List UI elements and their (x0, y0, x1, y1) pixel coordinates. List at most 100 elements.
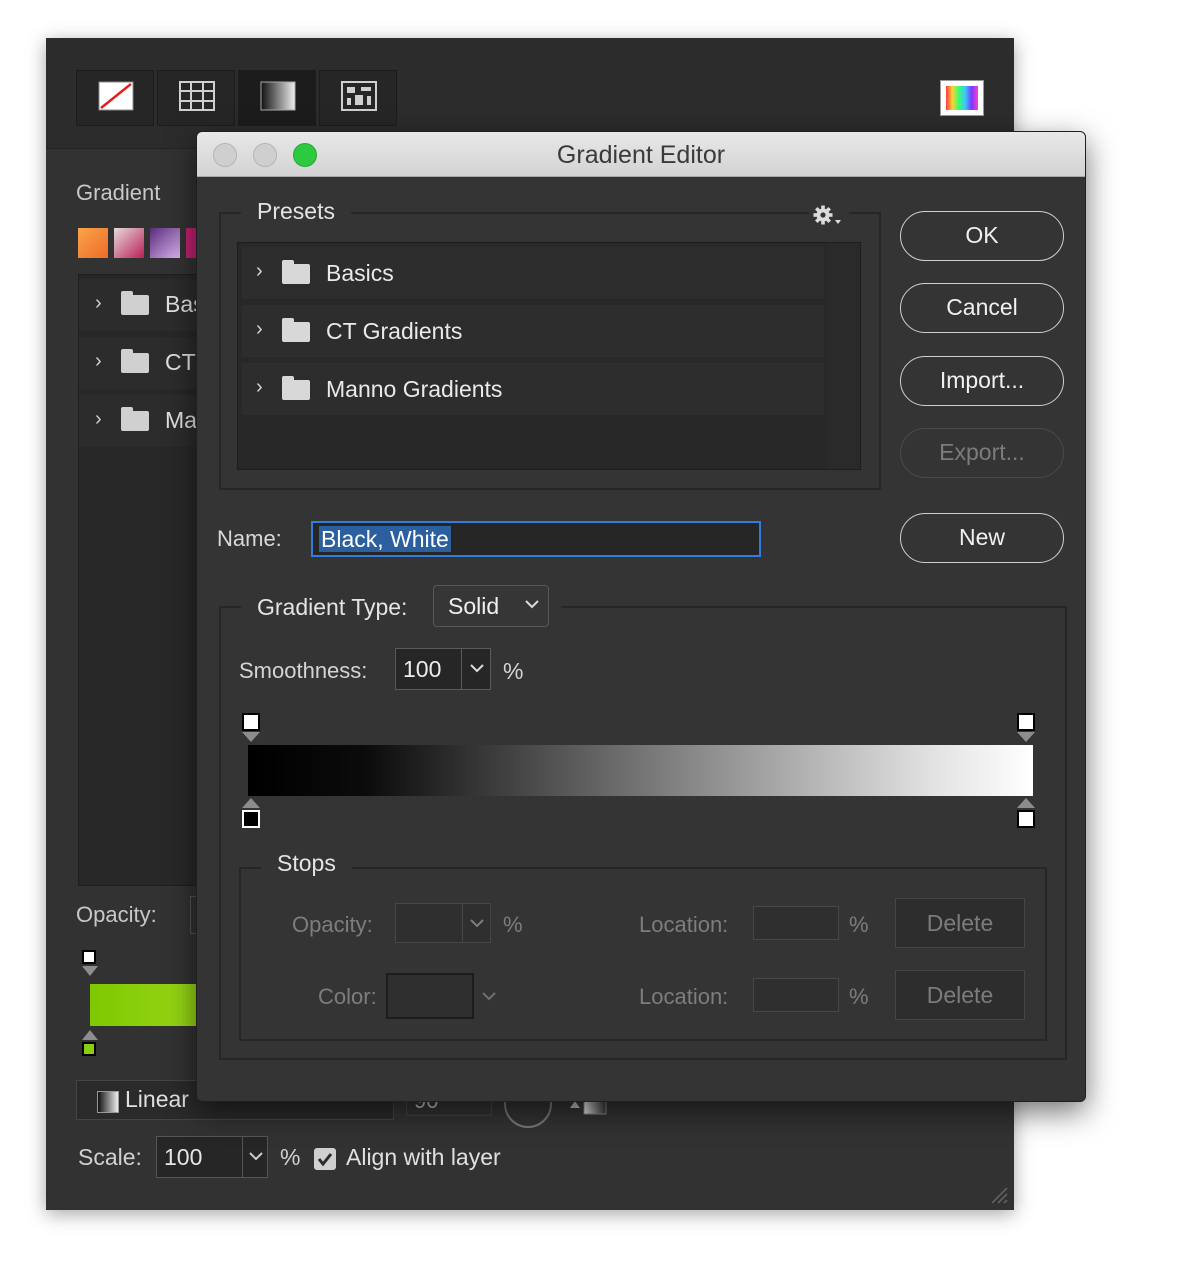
color-picker-button[interactable] (940, 80, 984, 116)
chevron-right-icon[interactable]: › (95, 408, 102, 431)
gradient-section-label: Gradient (76, 180, 161, 205)
color-stop[interactable] (82, 1042, 96, 1056)
chevron-right-icon[interactable]: › (256, 376, 263, 399)
pattern-fill-button[interactable] (319, 70, 397, 126)
scale-unit: % (280, 1144, 301, 1170)
opacity-stop-pointer (242, 732, 260, 742)
presets-legend: Presets (241, 198, 351, 225)
chevron-right-icon[interactable]: › (256, 260, 263, 283)
new-button[interactable]: New (900, 513, 1064, 563)
preset-folder-label: Manno Gradients (326, 376, 503, 402)
color-location-unit: % (849, 984, 869, 1009)
name-input-value: Black, White (319, 526, 451, 552)
stop-color-swatch[interactable] (386, 973, 474, 1019)
folder-icon (121, 407, 149, 431)
chevron-right-icon[interactable]: › (95, 292, 102, 315)
preset-swatch-purple[interactable] (150, 228, 180, 258)
pattern-icon (341, 81, 377, 111)
opacity-label: Opacity: (76, 902, 157, 927)
color-stop-pointer (242, 798, 260, 808)
gradient-type-value: Solid (448, 593, 500, 619)
gradient-preview-bar[interactable] (248, 745, 1033, 796)
smoothness-label: Smoothness: (239, 658, 368, 683)
color-stop-left[interactable] (242, 810, 260, 828)
scale-dropdown-button[interactable] (242, 1136, 268, 1178)
name-label: Name: (217, 526, 282, 551)
spectrum-icon (946, 86, 978, 110)
stop-opacity-unit: % (503, 912, 523, 937)
no-fill-icon (98, 81, 134, 111)
gradient-type-select[interactable]: Solid (433, 585, 549, 627)
checkmark-icon (317, 1153, 333, 1167)
name-input[interactable]: Black, White (311, 521, 761, 557)
opacity-stop-left[interactable] (242, 713, 260, 731)
smoothness-dropdown-button[interactable] (461, 648, 491, 690)
gradient-editor-dialog: Gradient Editor Presets › Basics › CT Gr… (196, 131, 1086, 1102)
stop-opacity-field[interactable] (395, 903, 491, 943)
color-stop-pointer (1017, 798, 1035, 808)
gradient-style-value: Linear (125, 1086, 189, 1112)
chevron-right-icon[interactable]: › (95, 350, 102, 373)
folder-icon (282, 318, 310, 342)
preset-folder-label: Basics (326, 260, 394, 286)
presets-menu-button[interactable] (809, 202, 849, 228)
opacity-location-label: Location: (639, 912, 729, 937)
gradient-preview-bar[interactable] (90, 984, 210, 1026)
opacity-stop[interactable] (82, 950, 96, 964)
color-location-label: Location: (639, 984, 729, 1009)
import-button[interactable]: Import... (900, 356, 1064, 406)
opacity-stop-right[interactable] (1017, 713, 1035, 731)
linear-gradient-icon (97, 1091, 119, 1113)
opacity-location-field[interactable] (753, 906, 839, 940)
folder-icon (282, 376, 310, 400)
chevron-down-icon[interactable] (479, 984, 499, 1008)
stop-opacity-label: Opacity: (292, 912, 373, 937)
preset-swatch-pink[interactable] (114, 228, 144, 258)
folder-icon (121, 291, 149, 315)
gradient-fill-button[interactable] (238, 70, 316, 126)
folder-icon (121, 349, 149, 373)
resize-grip-icon[interactable] (988, 1184, 1008, 1204)
solid-color-fill-button[interactable] (157, 70, 235, 126)
color-stop-pointer (82, 1030, 98, 1040)
chevron-down-icon (470, 664, 484, 673)
no-fill-button[interactable] (76, 70, 154, 126)
scale-value: 100 (164, 1144, 203, 1170)
preset-folder-row[interactable]: › Basics (242, 247, 824, 299)
chevron-down-icon (470, 919, 484, 928)
color-location-field[interactable] (753, 978, 839, 1012)
stop-color-label: Color: (318, 984, 377, 1009)
cancel-button[interactable]: Cancel (900, 283, 1064, 333)
preset-folder-row[interactable]: › Manno Gradients (242, 363, 824, 415)
delete-opacity-stop-button[interactable]: Delete (895, 898, 1025, 948)
chevron-down-icon (525, 600, 539, 609)
folder-icon (282, 260, 310, 284)
presets-scrollbar[interactable] (828, 243, 860, 469)
chevron-right-icon[interactable]: › (256, 318, 263, 341)
opacity-stop-pointer (1017, 732, 1035, 742)
preset-folder-label: CT Gradients (326, 318, 463, 344)
gear-icon (813, 205, 841, 225)
folder-label: Ma (165, 407, 197, 433)
stop-opacity-dropdown[interactable] (462, 904, 491, 942)
presets-list: › Basics › CT Gradients › Manno Gradient… (237, 242, 861, 470)
delete-color-stop-button[interactable]: Delete (895, 970, 1025, 1020)
stops-legend: Stops (261, 850, 352, 877)
grid-icon (179, 81, 215, 111)
gradient-icon (260, 81, 296, 111)
title-bar[interactable]: Gradient Editor (197, 132, 1085, 177)
dialog-title: Gradient Editor (556, 141, 726, 169)
preset-folder-row[interactable]: › CT Gradients (242, 305, 824, 357)
folder-label: CT (165, 349, 196, 375)
smoothness-value: 100 (403, 656, 442, 682)
scale-label: Scale: (78, 1144, 142, 1170)
color-stop-right[interactable] (1017, 810, 1035, 828)
export-button[interactable]: Export... (900, 428, 1064, 478)
gradient-type-label: Gradient Type: (257, 594, 408, 620)
align-with-layer-checkbox[interactable] (314, 1148, 336, 1170)
smoothness-unit: % (503, 658, 524, 684)
align-with-layer-label: Align with layer (346, 1144, 501, 1170)
ok-button[interactable]: OK (900, 211, 1064, 261)
preset-swatch-orange[interactable] (78, 228, 108, 258)
chevron-down-icon (249, 1152, 263, 1161)
